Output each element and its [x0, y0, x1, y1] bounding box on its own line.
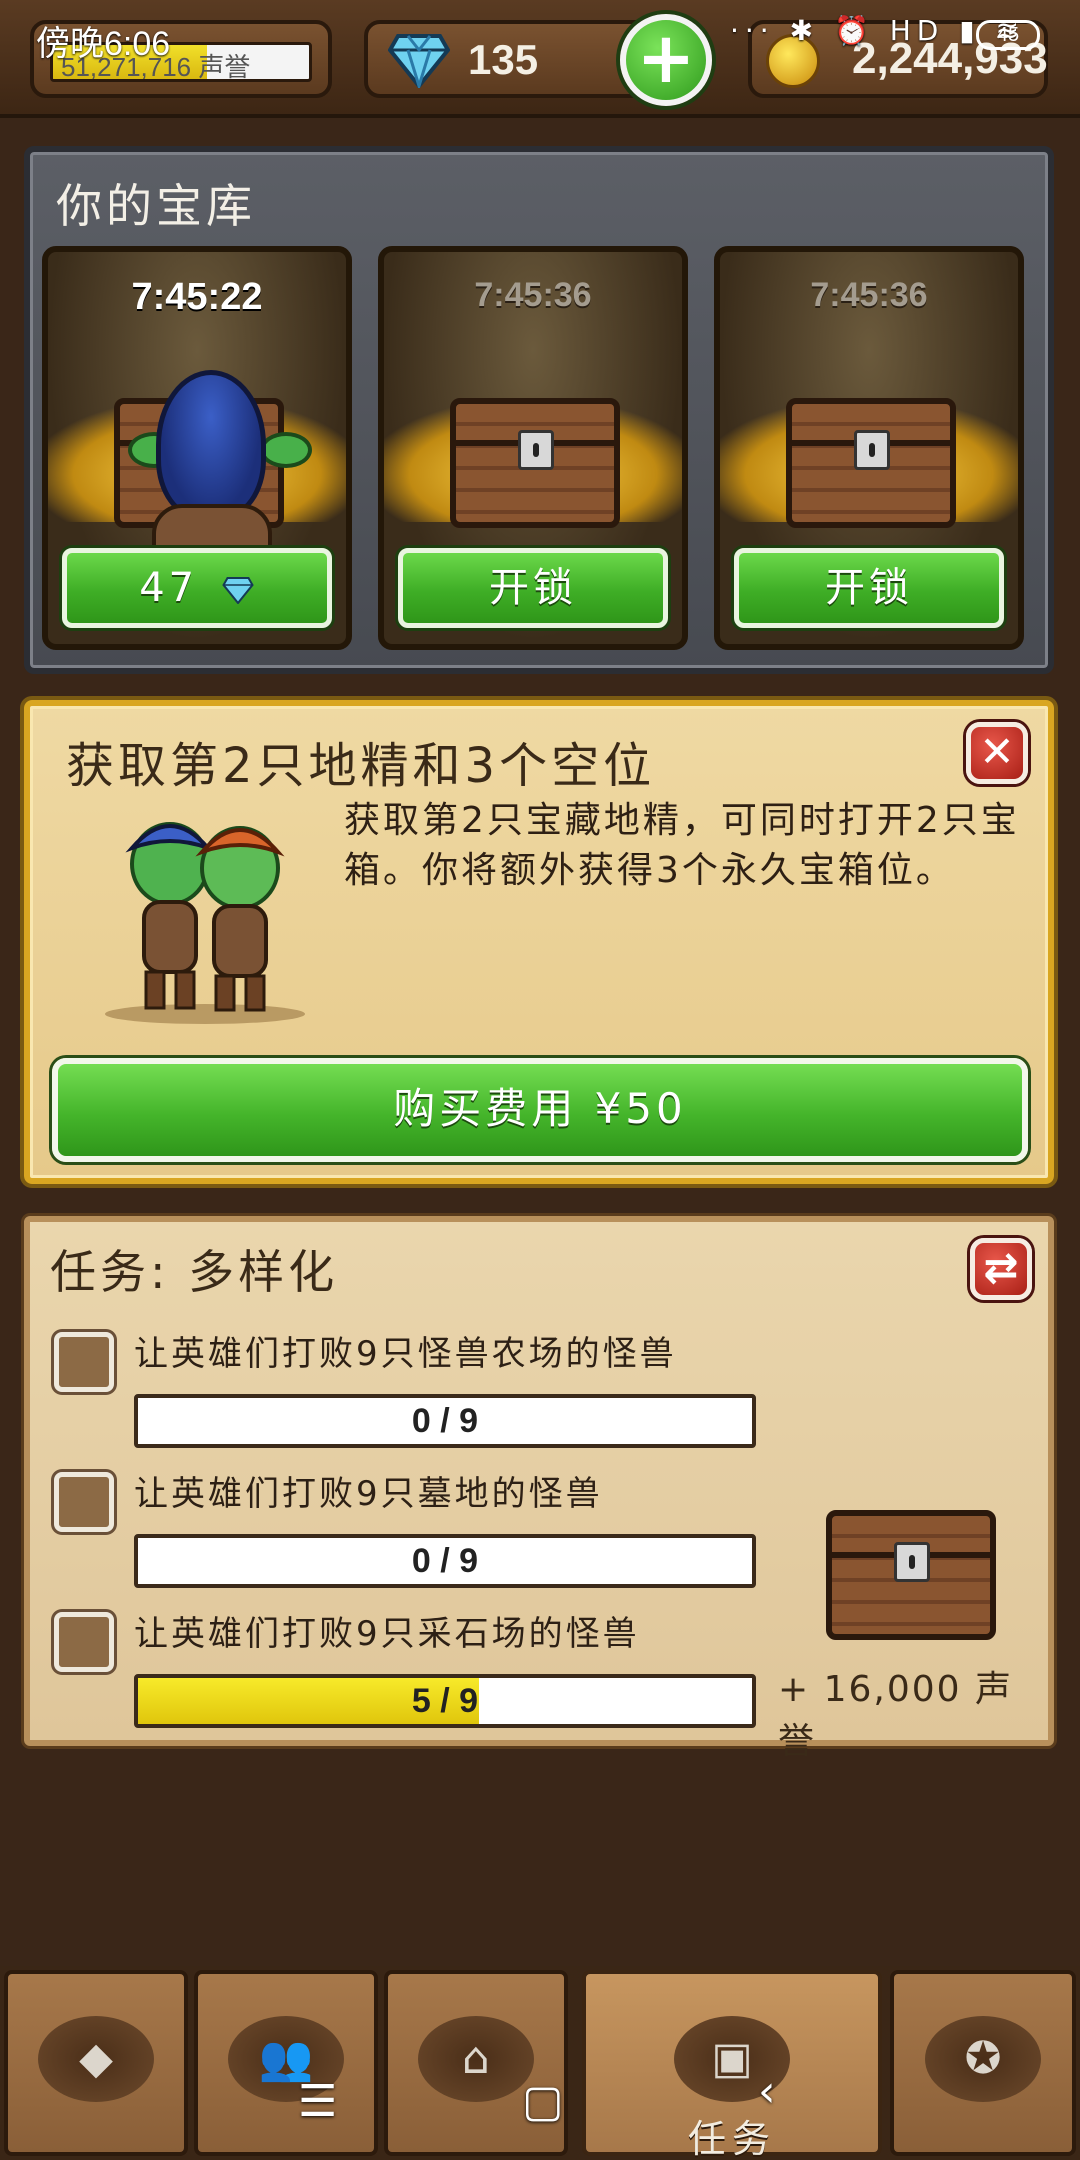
- offer-title: 获取第2只地精和3个空位: [66, 738, 656, 794]
- nav-tab-label: 任务: [687, 2117, 776, 2160]
- diamond-icon: [388, 34, 450, 88]
- slot-timer: 7:45:36: [810, 276, 928, 314]
- unlock-button[interactable]: 开锁: [398, 548, 668, 628]
- vault-panel: 你的宝库 7:45:22 47 7:45:36 开锁 7:45:36 开锁: [24, 146, 1054, 674]
- nav-tab-town[interactable]: ⌂: [384, 1970, 568, 2156]
- slot-timer: 7:45:36: [474, 276, 592, 314]
- speedup-button[interactable]: 47: [62, 548, 332, 628]
- swap-quest-button[interactable]: ⇄: [970, 1238, 1032, 1300]
- unlock-button[interactable]: 开锁: [734, 548, 1004, 628]
- buy-button[interactable]: 购买费用 ¥50: [52, 1058, 1028, 1162]
- add-gems-button[interactable]: +: [620, 14, 712, 106]
- speedup-cost: 47: [139, 565, 199, 611]
- reward-chest-icon: [826, 1510, 996, 1640]
- quest-label: 让英雄们打败9只采石场的怪兽: [134, 1614, 640, 1654]
- battery-icon: 45: [976, 20, 1040, 50]
- chest-icon: [786, 398, 956, 528]
- quest-panel: 任务: 多样化 ⇄ 让英雄们打败9只怪兽农场的怪兽 0 / 9 让英雄们打败9只…: [24, 1216, 1054, 1762]
- vault-slot[interactable]: 7:45:36 开锁: [714, 246, 1024, 650]
- quest-progress-bar: 0 / 9: [134, 1394, 756, 1448]
- quest-progress-text: 0 / 9: [411, 1402, 479, 1440]
- quest-label: 让英雄们打败9只墓地的怪兽: [134, 1474, 603, 1514]
- quest-progress-bar: 0 / 9: [134, 1534, 756, 1588]
- gem-count: 135: [468, 36, 539, 83]
- quest-progress-text: 5 / 9: [411, 1682, 479, 1720]
- vault-slot[interactable]: 7:45:22 47: [42, 246, 352, 650]
- nav-tab-achievements[interactable]: ✪: [890, 1970, 1076, 2156]
- nav-tab-shop[interactable]: ◆: [4, 1970, 188, 2156]
- offer-description: 获取第2只宝藏地精，可同时打开2只宝箱。你将额外获得3个永久宝箱位。: [344, 800, 1020, 891]
- town-icon: ⌂: [418, 2016, 534, 2102]
- quest-label: 让英雄们打败9只怪兽农场的怪兽: [134, 1334, 677, 1374]
- back-icon[interactable]: ‹: [758, 2066, 776, 2117]
- status-time: 傍晚6:06: [36, 25, 171, 63]
- quest-checkbox: [54, 1612, 114, 1672]
- goblin-icon: [156, 370, 266, 520]
- menu-icon[interactable]: ☰: [298, 2076, 337, 2127]
- quest-progress-text: 0 / 9: [411, 1542, 479, 1580]
- nav-tab-quests[interactable]: ▣ 任务: [582, 1970, 882, 2160]
- quest-progress-bar: 5 / 9: [134, 1674, 756, 1728]
- quest-title: 任务: 多样化: [50, 1245, 339, 1299]
- close-button[interactable]: ✕: [966, 722, 1028, 784]
- quest-reward: + 16,000 声誉: [778, 1669, 1014, 1762]
- goblins-illustration: [105, 822, 305, 1024]
- medal-icon: ✪: [925, 2016, 1041, 2102]
- diamonds-icon: ◆: [38, 2016, 154, 2102]
- quest-checkbox: [54, 1472, 114, 1532]
- goblin-ear: [260, 432, 312, 468]
- chest-icon: [450, 398, 620, 528]
- quest-checkbox: [54, 1332, 114, 1392]
- nav-tab-heroes[interactable]: 👥: [194, 1970, 378, 2156]
- bottom-nav: ◆ 👥 ⌂ ▣ 任务 ✪ ☰ ▢ ‹: [0, 1966, 1080, 2160]
- slot-timer: 7:45:22: [131, 276, 263, 318]
- home-icon[interactable]: ▢: [522, 2076, 564, 2127]
- diamond-icon: [222, 577, 254, 604]
- goblin-offer-panel: 获取第2只地精和3个空位 ✕ 获取第2只宝藏地精，可同时打开2只宝箱。你将额外获…: [24, 700, 1054, 1184]
- vault-slot[interactable]: 7:45:36 开锁: [378, 246, 688, 650]
- vault-title: 你的宝库: [56, 179, 256, 233]
